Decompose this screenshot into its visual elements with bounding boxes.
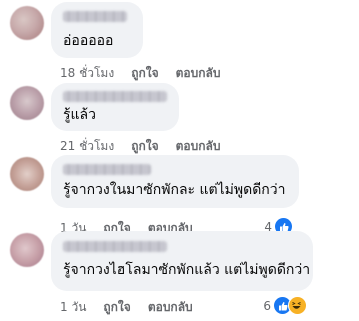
- comment-text: รู้แล้ว: [63, 107, 96, 123]
- like-link[interactable]: ถูกใจ: [103, 298, 130, 317]
- comment-timestamp[interactable]: 21 ชั่วโมง: [60, 137, 114, 156]
- like-link[interactable]: ถูกใจ: [131, 137, 158, 156]
- avatar[interactable]: [10, 233, 44, 267]
- commenter-name[interactable]: [63, 241, 167, 252]
- avatar[interactable]: [10, 86, 44, 120]
- comment-text: รู้จากวงไฮโลมาซักพักแล้ว แต่ไม่พูดดีกว่า: [63, 262, 311, 278]
- comment-bubble: รู้จากวงในมาซักพักละ แต่ไม่พูดดีกว่า: [51, 155, 299, 208]
- comment-text: รู้จากวงในมาซักพักละ แต่ไม่พูดดีกว่า: [63, 182, 286, 198]
- commenter-name[interactable]: [63, 91, 167, 102]
- comment-text: อ่อออออ: [63, 33, 114, 49]
- comment-timestamp[interactable]: 1 วัน: [60, 298, 86, 317]
- comment-bubble: อ่อออออ: [51, 2, 143, 58]
- reaction-count: 6: [263, 298, 271, 313]
- commenter-name[interactable]: [63, 164, 151, 175]
- haha-reaction-icon: [288, 296, 307, 315]
- reply-link[interactable]: ตอบกลับ: [148, 298, 193, 317]
- avatar[interactable]: [10, 6, 44, 40]
- like-link[interactable]: ถูกใจ: [131, 64, 158, 83]
- avatar[interactable]: [10, 157, 44, 191]
- comment-bubble: รู้จากวงไฮโลมาซักพักแล้ว แต่ไม่พูดดีกว่า: [51, 231, 313, 291]
- comment-timestamp[interactable]: 18 ชั่วโมง: [60, 64, 114, 83]
- reaction-summary[interactable]: 6: [263, 296, 307, 315]
- commenter-name[interactable]: [63, 11, 127, 22]
- reply-link[interactable]: ตอบกลับ: [176, 137, 221, 156]
- reply-link[interactable]: ตอบกลับ: [176, 64, 221, 83]
- comment-bubble: รู้แล้ว: [51, 83, 179, 131]
